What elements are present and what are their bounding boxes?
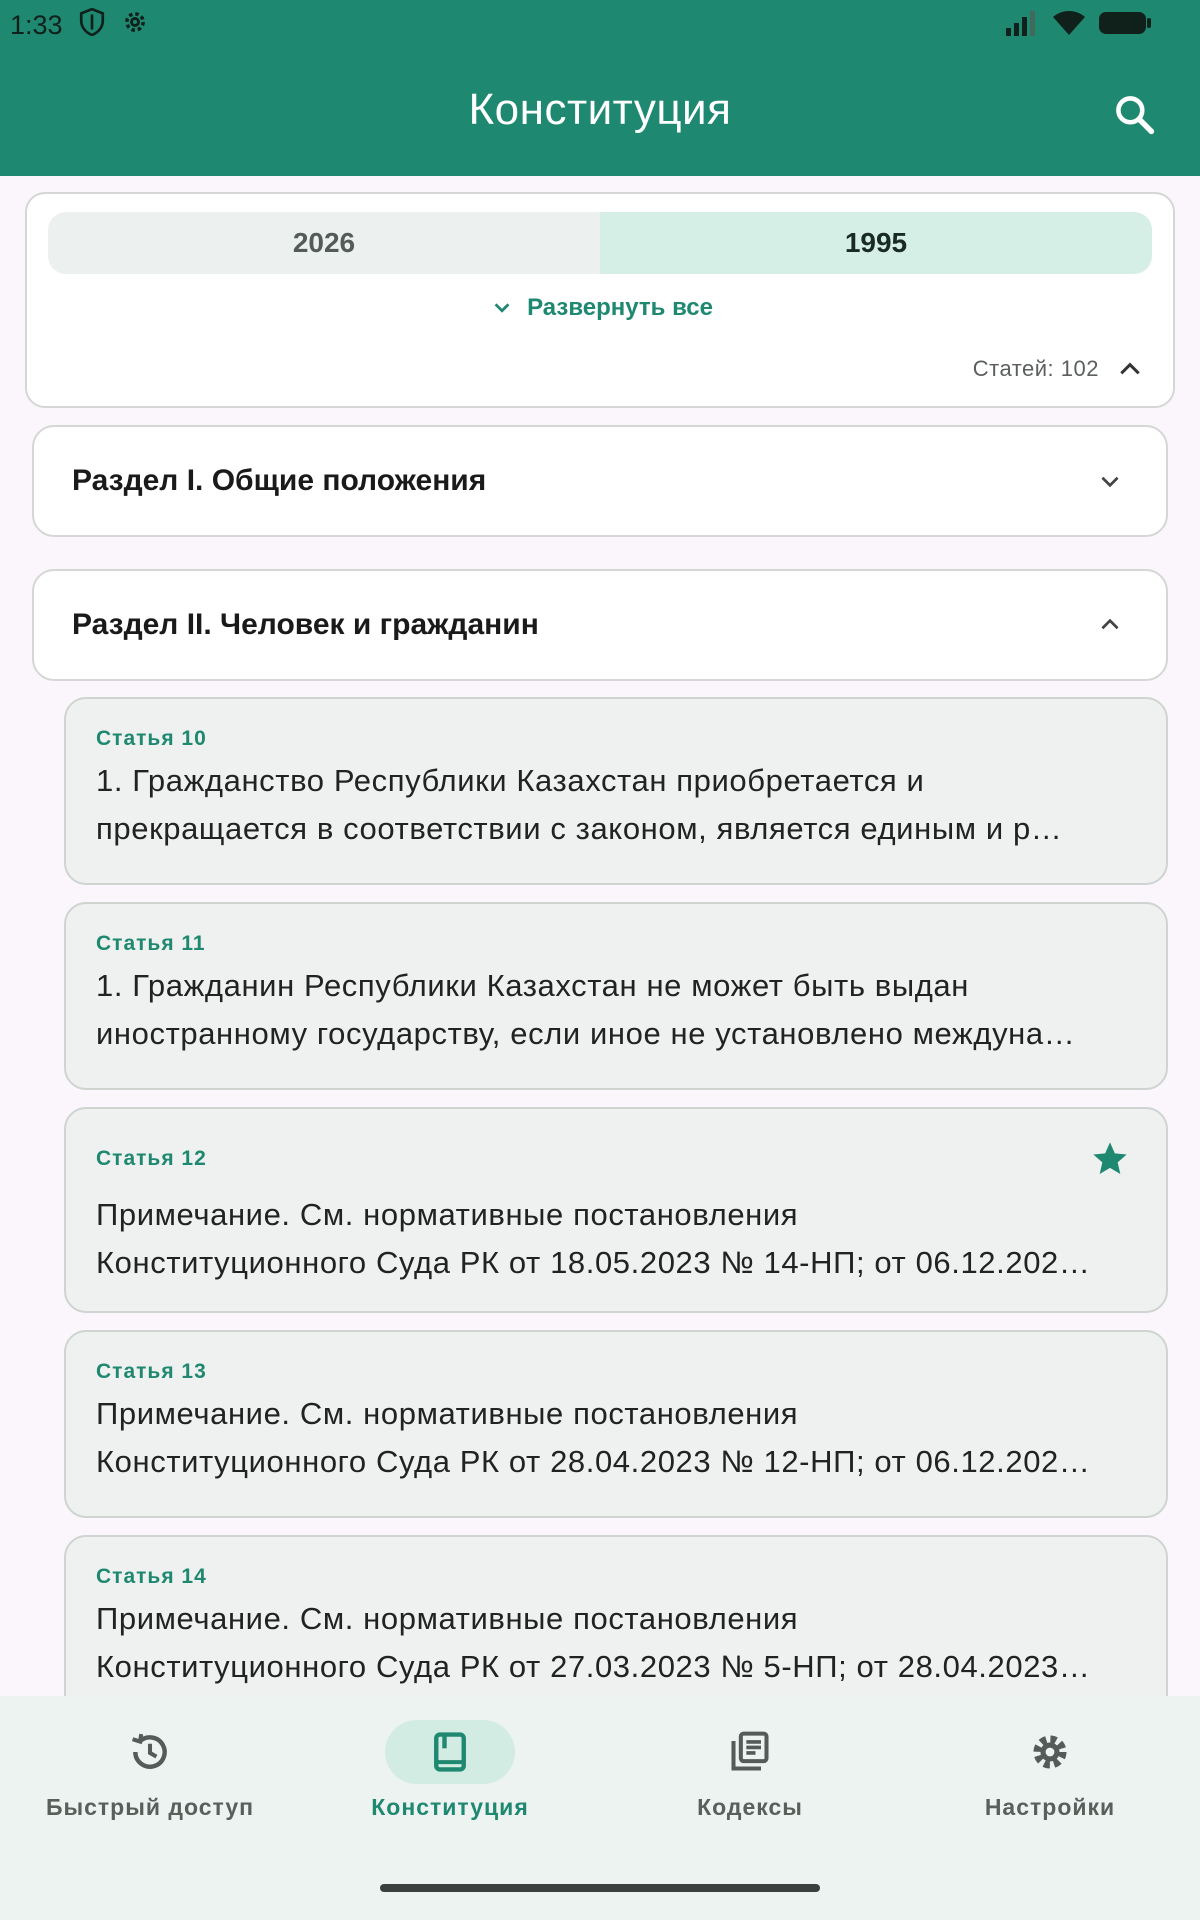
article-card[interactable]: Статья 10 1. Гражданство Республики Каза… [64, 697, 1168, 885]
status-time: 1:33 [10, 9, 63, 40]
article-preview: 1. Гражданство Республики Казахстан прио… [96, 757, 1136, 853]
section-title: Раздел II. Человек и гражданин [72, 608, 539, 641]
article-label: Статья 11 [96, 932, 206, 955]
article-line: Примечание. См. нормативные постановлени… [96, 1601, 799, 1636]
segment-1995[interactable]: 1995 [600, 212, 1152, 274]
nav-label: Конституция [371, 1794, 529, 1820]
article-preview: Примечание. См. нормативные постановлени… [96, 1595, 1136, 1691]
article-card[interactable]: Статья 14 Примечание. См. нормативные по… [64, 1535, 1168, 1723]
article-line: прекращается в соответствии с законом, я… [96, 811, 1063, 846]
expand-all-label: Развернуть все [527, 294, 713, 321]
article-card[interactable]: Статья 11 1. Гражданин Республики Казахс… [64, 902, 1168, 1090]
library-icon [731, 1731, 769, 1771]
segment-2026[interactable]: 2026 [48, 212, 600, 274]
articles-count-label: Статей: 102 [972, 356, 1099, 381]
article-preview: Примечание. См. нормативные постановлени… [96, 1191, 1136, 1287]
article-line: Конституционного Суда РК от 28.04.2023 №… [96, 1444, 1091, 1479]
nav-icon-container [985, 1720, 1115, 1784]
nav-codes[interactable]: Кодексы [600, 1720, 900, 1840]
home-indicator[interactable] [380, 1884, 820, 1892]
gear-icon [1033, 1735, 1067, 1769]
article-card[interactable]: Статья 13 Примечание. См. нормативные по… [64, 1330, 1168, 1518]
nav-label: Кодексы [697, 1794, 803, 1820]
article-line: 1. Гражданство Республики Казахстан прио… [96, 763, 925, 798]
section-title: Раздел I. Общие положения [72, 464, 487, 497]
chevron-down-icon [1092, 463, 1128, 499]
article-label: Статья 14 [96, 1565, 207, 1588]
article-preview: 1. Гражданин Республики Казахстан не мож… [96, 962, 1136, 1058]
edition-toggle: 2026 1995 [48, 212, 1152, 274]
article-label: Статья 13 [96, 1360, 207, 1383]
article-card[interactable]: Статья 12 Примечание. См. нормативные по… [64, 1107, 1168, 1313]
articles-count[interactable]: Статей: 102 [973, 356, 1143, 382]
article-line: Примечание. См. нормативные постановлени… [96, 1396, 799, 1431]
history-icon [131, 1733, 167, 1769]
star-icon[interactable] [1090, 1139, 1130, 1179]
chevron-down-icon [494, 303, 510, 313]
nav-label: Быстрый доступ [45, 1794, 255, 1820]
section-2[interactable]: Раздел II. Человек и гражданин [32, 569, 1168, 681]
article-line: Примечание. См. нормативные постановлени… [96, 1197, 799, 1232]
article-line: иностранному государству, если иное не у… [96, 1016, 1076, 1051]
article-line: 1. Гражданин Республики Казахстан не мож… [96, 968, 969, 1003]
search-icon [1116, 96, 1155, 135]
chevron-up-icon [1120, 362, 1140, 375]
nav-label: Настройки [984, 1794, 1116, 1820]
battery-icon [1098, 10, 1152, 43]
expand-all-button[interactable]: Развернуть все [27, 294, 1177, 322]
nav-constitution[interactable]: Конституция [300, 1720, 600, 1840]
nav-icon-container [385, 1720, 515, 1784]
search-button[interactable] [1108, 88, 1160, 140]
nav-quick-access[interactable]: Быстрый доступ [0, 1720, 300, 1840]
article-label: Статья 12 [96, 1147, 207, 1170]
settings-status-icon [121, 8, 149, 43]
edition-card: 2026 1995 Развернуть все Статей: 102 [25, 192, 1175, 408]
article-line: Конституционного Суда РК от 18.05.2023 №… [96, 1245, 1091, 1280]
article-line: Конституционного Суда РК от 27.03.2023 №… [96, 1649, 1091, 1684]
signal-icon [1004, 10, 1040, 43]
app-bar: 1:33 Конституция [0, 0, 1200, 176]
nav-icon-container [85, 1720, 215, 1784]
book-icon [434, 1732, 466, 1772]
chevron-up-icon [1092, 607, 1128, 643]
shield-icon [79, 7, 105, 43]
status-bar: 1:33 [0, 0, 1200, 50]
article-label: Статья 10 [96, 727, 207, 750]
nav-icon-container [685, 1720, 815, 1784]
article-preview: Примечание. См. нормативные постановлени… [96, 1390, 1136, 1486]
nav-settings[interactable]: Настройки [900, 1720, 1200, 1840]
section-1[interactable]: Раздел I. Общие положения [32, 425, 1168, 537]
page-title: Конституция [468, 85, 732, 134]
wifi-icon [1052, 10, 1086, 43]
